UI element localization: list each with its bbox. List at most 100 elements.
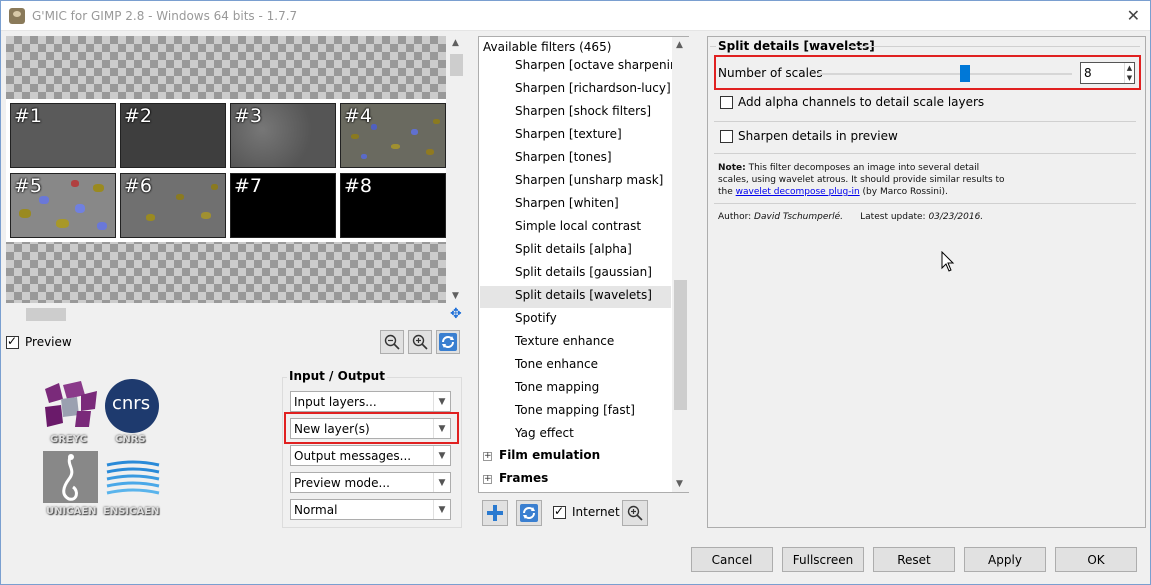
apply-button[interactable]: Apply <box>964 547 1046 572</box>
scroll-up-icon[interactable]: ▲ <box>452 38 459 48</box>
scroll-thumb[interactable] <box>450 54 463 76</box>
zoom-in-button[interactable] <box>408 330 432 354</box>
thumbnail-label: #3 <box>234 105 263 127</box>
preview-checkbox[interactable] <box>6 334 19 349</box>
expand-icon[interactable]: + <box>483 475 492 484</box>
sharpen-preview-checkbox[interactable] <box>720 130 733 143</box>
filter-item[interactable]: Split details [wavelets] <box>515 288 652 302</box>
scroll-down-icon[interactable]: ▼ <box>452 291 459 301</box>
blend-mode-select[interactable]: Normal ▼ <box>290 499 451 520</box>
scroll-thumb[interactable] <box>26 308 66 321</box>
preview-mode-select[interactable]: Preview mode... ▼ <box>290 472 451 493</box>
thumbnail-2: #2 <box>120 103 226 168</box>
thumbnail-label: #7 <box>234 175 263 197</box>
zoom-in-icon <box>412 334 428 350</box>
close-icon[interactable]: ✕ <box>1127 6 1140 25</box>
alpha-channels-label: Add alpha channels to detail scale layer… <box>738 95 985 109</box>
thumbnail-6: #6 <box>120 173 226 238</box>
thumbnail-8: #8 <box>340 173 446 238</box>
output-messages-value: Output messages... <box>294 449 412 463</box>
filter-item[interactable]: Sharpen [richardson-lucy] <box>515 81 671 95</box>
filter-item[interactable]: Sharpen [texture] <box>515 127 622 141</box>
fullscreen-label: Fullscreen <box>792 552 854 567</box>
ensicaen-logo-text: ENSICAEN <box>103 506 160 517</box>
plus-icon <box>487 505 503 521</box>
filter-item[interactable]: Tone mapping <box>515 380 599 394</box>
preview-vertical-scrollbar[interactable]: ▲ ▼ <box>448 36 465 303</box>
greyc-logo-text: GREYC <box>50 434 87 445</box>
refresh-icon <box>439 333 457 351</box>
filter-item[interactable]: Sharpen [whiten] <box>515 196 619 210</box>
filter-item[interactable]: Sharpen [unsharp mask] <box>515 173 663 187</box>
filter-parameters-panel: Split details [wavelets] Number of scale… <box>707 36 1146 528</box>
preview-label: Preview <box>25 335 72 349</box>
chevron-down-icon: ▼ <box>433 500 450 519</box>
sharpen-preview-label: Sharpen details in preview <box>738 129 898 143</box>
cnrs-logo: cnrs <box>105 379 159 433</box>
filter-item[interactable]: Split details [alpha] <box>515 242 632 256</box>
refresh-icon <box>520 504 538 522</box>
filter-item[interactable]: Tone enhance <box>515 357 598 371</box>
thumbnail-1: #1 <box>10 103 116 168</box>
ensicaen-logo <box>105 459 160 495</box>
reset-button[interactable]: Reset <box>873 547 955 572</box>
filter-scrollbar[interactable]: ▲ ▼ <box>672 37 689 492</box>
filter-item[interactable]: Tone mapping [fast] <box>515 403 635 417</box>
zoom-out-icon <box>384 334 400 350</box>
preview-thumbnails: #1 #2 #3 #4 #5 #6 #7 #8 <box>6 99 446 242</box>
blend-mode-value: Normal <box>294 503 338 517</box>
filter-item[interactable]: Sharpen [tones] <box>515 150 612 164</box>
filter-tree[interactable]: Available filters (465) Sharpen [octave … <box>478 36 690 493</box>
note-text-end: (by Marco Rossini). <box>859 187 948 197</box>
cnrs-logo-text: CNRS <box>115 434 146 445</box>
thumbnail-label: #2 <box>124 105 153 127</box>
chevron-down-icon: ▼ <box>433 392 450 411</box>
filter-item[interactable]: Sharpen [shock filters] <box>515 104 651 118</box>
move-icon[interactable]: ✥ <box>450 307 464 321</box>
mouse-cursor-icon <box>941 251 955 272</box>
filter-author: Author: David Tschumperlé. Latest update… <box>718 212 983 222</box>
preview-canvas[interactable]: #1 #2 #3 #4 #5 #6 #7 #8 <box>6 36 446 303</box>
alpha-channels-checkbox[interactable] <box>720 96 733 109</box>
filter-item[interactable]: Simple local contrast <box>515 219 641 233</box>
category-film-emulation[interactable]: Film emulation <box>499 448 600 462</box>
output-messages-select[interactable]: Output messages... ▼ <box>290 445 451 466</box>
category-frames[interactable]: Frames <box>499 471 548 485</box>
cnrs-logo-mark: cnrs <box>112 393 151 414</box>
expand-icon[interactable]: + <box>483 452 492 461</box>
window-title: G'MIC for GIMP 2.8 - Windows 64 bits - 1… <box>32 9 298 23</box>
thumbnail-label: #8 <box>344 175 373 197</box>
scroll-thumb[interactable] <box>674 280 687 410</box>
note-heading: Note: <box>718 163 746 173</box>
scales-highlight <box>714 55 1141 90</box>
input-output-title: Input / Output <box>287 369 387 383</box>
cancel-button[interactable]: Cancel <box>691 547 773 572</box>
update-date: 03/23/2016. <box>928 212 984 222</box>
unicaen-logo-text: UNICAEN <box>46 506 97 517</box>
input-layers-select[interactable]: Input layers... ▼ <box>290 391 451 412</box>
filter-item[interactable]: Yag effect <box>515 426 574 440</box>
internet-checkbox[interactable] <box>553 504 566 519</box>
refresh-preview-button[interactable] <box>436 330 460 354</box>
scroll-up-icon[interactable]: ▲ <box>676 40 683 50</box>
ok-button[interactable]: OK <box>1055 547 1137 572</box>
preview-horizontal-scrollbar[interactable] <box>6 306 446 323</box>
thumbnail-label: #5 <box>14 175 43 197</box>
search-filters-button[interactable] <box>622 500 648 526</box>
cancel-label: Cancel <box>711 552 753 567</box>
filter-item[interactable]: Split details [gaussian] <box>515 265 652 279</box>
fullscreen-button[interactable]: Fullscreen <box>782 547 864 572</box>
zoom-out-button[interactable] <box>380 330 404 354</box>
refresh-filters-button[interactable] <box>516 500 542 526</box>
filter-item[interactable]: Sharpen [octave sharpening] <box>515 58 690 72</box>
reset-label: Reset <box>897 552 931 567</box>
filter-item[interactable]: Texture enhance <box>515 334 614 348</box>
title-bar: G'MIC for GIMP 2.8 - Windows 64 bits - 1… <box>1 1 1150 31</box>
update-label: Latest update: <box>860 212 929 222</box>
wavelet-plugin-link[interactable]: wavelet decompose plug-in <box>736 187 860 197</box>
filter-item[interactable]: Spotify <box>515 311 557 325</box>
scroll-down-icon[interactable]: ▼ <box>676 479 683 489</box>
thumbnail-label: #1 <box>14 105 43 127</box>
internet-label: Internet <box>572 505 620 519</box>
add-favorite-button[interactable] <box>482 500 508 526</box>
